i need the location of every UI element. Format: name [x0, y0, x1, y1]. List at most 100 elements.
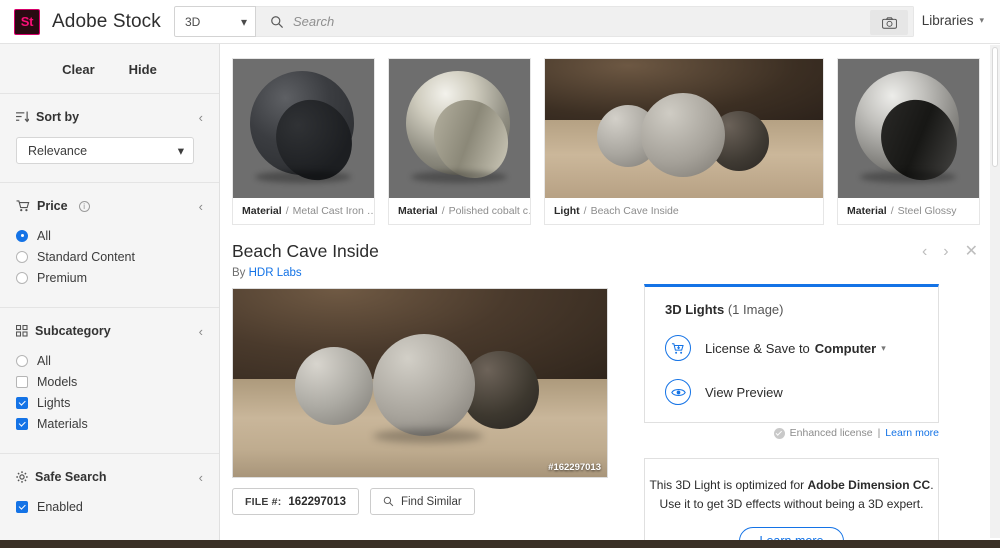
chevron-left-icon[interactable]: ‹ [199, 199, 203, 214]
chevron-down-icon: ▾ [979, 15, 984, 25]
subcategory-option-all[interactable]: All [16, 351, 203, 370]
promo-line-2: Use it to get 3D effects without being a… [659, 497, 924, 511]
promo-line-1: This 3D Light is optimized for Adobe Dim… [645, 476, 938, 495]
grid-icon [16, 325, 28, 337]
checkbox-icon [16, 396, 28, 409]
subcategory-option-label: Materials [37, 416, 88, 431]
file-number-value: 162297013 [288, 495, 346, 508]
subcategory-header: Subcategory ‹ [16, 324, 203, 339]
result-card[interactable]: Material / Polished cobalt c… [388, 58, 531, 225]
material-preview-steel [838, 59, 979, 199]
libraries-menu[interactable]: Libraries ▾ [922, 13, 984, 28]
material-preview-chrome [389, 59, 530, 199]
enhanced-separator: | [877, 427, 881, 439]
price-option-label: All [37, 228, 51, 243]
radio-icon [16, 271, 28, 284]
checkbox-icon [16, 500, 28, 513]
clear-filters-button[interactable]: Clear [62, 62, 95, 77]
view-preview-row[interactable]: View Preview [645, 379, 938, 405]
price-title: Price [37, 199, 68, 213]
price-option-standard[interactable]: Standard Content [16, 247, 203, 266]
price-header: Price i ‹ [16, 199, 203, 214]
search-icon [271, 15, 284, 28]
chevron-left-icon[interactable]: ‹ [199, 110, 203, 125]
close-icon[interactable]: ✕ [965, 244, 978, 260]
hero-image[interactable]: #162297013 [232, 288, 608, 478]
result-card-selected[interactable]: Light / Beach Cave Inside [544, 58, 824, 225]
search-bar: 3D ▾ Search [174, 6, 914, 37]
scrollbar-thumb[interactable] [992, 47, 998, 167]
license-panel-title-count: (1 Image) [724, 302, 784, 317]
result-card[interactable]: Material / Steel Glossy [837, 58, 980, 225]
safe-search-option-enabled[interactable]: Enabled [16, 497, 203, 516]
image-watermark: #162297013 [548, 462, 601, 473]
sidebar-section-subcategory: Subcategory ‹ All Models Lights Material… [0, 308, 219, 454]
promo-line-1-prefix: This 3D Light is optimized for [649, 478, 808, 492]
subcategory-title: Subcategory [35, 324, 111, 338]
gear-icon [16, 471, 28, 483]
enhanced-learn-more-link[interactable]: Learn more [885, 427, 939, 439]
checkbox-icon [16, 417, 28, 430]
radio-icon [16, 354, 28, 367]
result-name: Metal Cast Iron … [292, 205, 374, 218]
result-card[interactable]: Material / Metal Cast Iron … [232, 58, 375, 225]
adobe-stock-logo-icon[interactable]: St [14, 8, 40, 35]
adobe-stock-page: St Adobe Stock 3D ▾ Search Libraries ▾ C… [0, 0, 1000, 548]
material-preview-dark [233, 59, 374, 199]
sidebar-section-safe-search: Safe Search ‹ Enabled [0, 454, 219, 536]
chevron-left-icon[interactable]: ‹ [922, 244, 927, 260]
checkbox-icon [16, 375, 28, 388]
author-line: By HDR Labs [232, 267, 302, 279]
chevron-left-icon[interactable]: ‹ [199, 324, 203, 339]
sort-value: Relevance [28, 143, 88, 158]
price-option-all[interactable]: All [16, 226, 203, 245]
hide-filters-button[interactable]: Hide [129, 62, 157, 77]
horizontal-scrollbar[interactable] [0, 540, 1000, 548]
result-caption: Material / Metal Cast Iron … [233, 198, 374, 224]
detail-panel: Beach Cave Inside By HDR Labs ‹ › ✕ #162… [221, 226, 990, 548]
camera-icon [881, 16, 897, 29]
license-panel-title-bold: 3D Lights [665, 302, 725, 317]
result-type: Material [847, 205, 887, 218]
subcategory-option-label: All [37, 353, 51, 368]
price-option-premium[interactable]: Premium [16, 268, 203, 287]
license-and-save-label: License & Save to Computer ▾ [705, 341, 886, 356]
subcategory-option-materials[interactable]: Materials [16, 414, 203, 433]
vertical-scrollbar[interactable] [990, 45, 1000, 538]
chevron-down-icon[interactable]: ▾ [881, 343, 886, 354]
chevron-right-icon[interactable]: › [943, 244, 948, 260]
filter-sidebar: Clear Hide Sort by ‹ Relevance ▾ Price i… [0, 44, 220, 548]
subcategory-option-label: Lights [37, 395, 71, 410]
search-input-wrap[interactable]: Search [256, 6, 914, 37]
promo-panel: This 3D Light is optimized for Adobe Dim… [644, 458, 939, 548]
promo-line-1-suffix: . [930, 478, 934, 492]
license-panel: 3D Lights (1 Image) License & Save to Co… [644, 284, 939, 423]
license-and-save-row[interactable]: License & Save to Computer ▾ [645, 335, 938, 361]
eye-icon [665, 379, 691, 405]
camera-search-button[interactable] [870, 10, 908, 35]
subcategory-option-models[interactable]: Models [16, 372, 203, 391]
search-category-select[interactable]: 3D ▾ [174, 6, 256, 37]
brand-title: Adobe Stock [52, 10, 161, 32]
chevron-down-icon: ▾ [240, 14, 247, 29]
license-target: Computer [814, 340, 877, 356]
sort-title: Sort by [36, 110, 80, 124]
detail-nav: ‹ › ✕ [922, 244, 978, 260]
check-circle-icon [773, 427, 785, 439]
sort-select[interactable]: Relevance ▾ [16, 137, 194, 164]
result-type: Material [398, 205, 438, 218]
result-caption: Material / Polished cobalt c… [389, 198, 530, 224]
search-category-value: 3D [185, 14, 201, 29]
safe-search-title: Safe Search [35, 470, 107, 484]
subcategory-option-lights[interactable]: Lights [16, 393, 203, 412]
detail-actions: FILE #: 162297013 Find Similar [232, 488, 475, 515]
author-link[interactable]: HDR Labs [249, 267, 302, 279]
result-type: Light [554, 205, 580, 218]
info-icon[interactable]: i [78, 200, 90, 212]
cart-download-icon [665, 335, 691, 361]
chevron-left-icon[interactable]: ‹ [199, 470, 203, 485]
search-placeholder: Search [293, 14, 335, 29]
file-number-key: FILE #: [245, 495, 282, 508]
sort-header: Sort by ‹ [16, 110, 203, 125]
find-similar-button[interactable]: Find Similar [369, 488, 475, 515]
